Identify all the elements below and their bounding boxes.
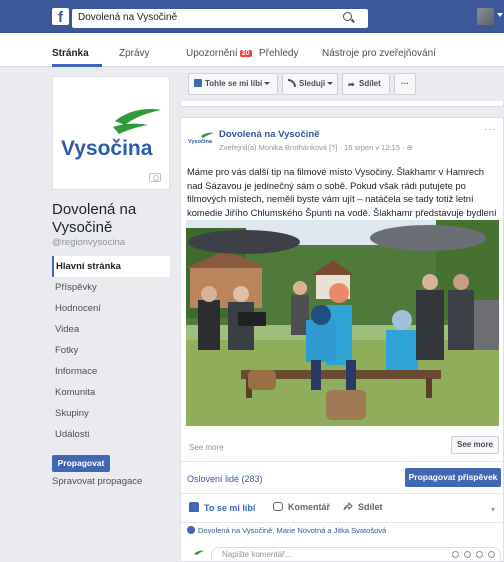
top-navigation-bar: f Dovolená na Vysočině [0,0,504,33]
post-photo[interactable] [186,220,499,426]
sidebar-item-posts[interactable]: Příspěvky [52,277,170,298]
page-title: Dovolená na Vysočině [52,201,137,236]
see-more-link[interactable]: See more [189,443,224,452]
tab-notifications[interactable]: Upozornění 20 [186,48,252,59]
sidebar-item-groups[interactable]: Skupiny [52,403,170,424]
search-input[interactable]: Dovolená na Vysočině [72,9,368,28]
avatar[interactable] [477,8,494,25]
comment-label: Komentář [288,502,331,512]
search-icon[interactable] [343,12,352,21]
post-meta: Zveřejnil(a) Monika Brothánková [?] · 16… [219,143,413,152]
sidebar-item-home[interactable]: Hlavní stránka [52,256,170,277]
post-author-link[interactable]: Dovolená na Vysočině [219,129,320,140]
notification-badge: 20 [239,50,252,57]
sidebar-item-photos[interactable]: Fotky [52,340,170,361]
thumbs-up-icon [194,79,202,87]
sidebar-item-videos[interactable]: Videa [52,319,170,340]
more-options-button[interactable]: ··· [394,73,416,95]
emoji-icon[interactable] [452,551,459,558]
chevron-down-icon [264,82,271,85]
share-label: Sdílet [359,79,381,88]
promote-button[interactable]: Propagovat [52,455,110,472]
chevron-down-icon [327,82,334,85]
post-options-icon[interactable]: ··· [484,124,497,135]
gif-icon[interactable] [476,551,483,558]
rss-icon [288,79,296,87]
page-sidebar-nav: Hlavní stránka Příspěvky Hodnocení Videa… [52,256,170,445]
comment-composer: Napište komentář... [191,547,501,561]
page-profile-picture[interactable]: Vysočina [52,76,170,190]
globe-icon: ⊕ [406,143,413,152]
divider [181,461,504,462]
post-author-avatar[interactable]: Vysočina [187,130,215,146]
logo-wordmark: Vysočina [61,137,153,160]
tab-insights[interactable]: Přehledy [259,48,298,59]
post-meta-text: Zveřejnil(a) Monika Brothánková [?] · 16… [219,143,407,152]
sidebar-item-community[interactable]: Komunita [52,382,170,403]
share-post-button[interactable]: Sdílet [343,502,383,512]
manage-promotions-link[interactable]: Spravovat propagace [52,476,142,487]
comment-placeholder: Napište komentář... [222,550,292,559]
likers-summary[interactable]: Dovolená na Vysočině, Marie Novotná a Ji… [187,526,386,535]
liked-button[interactable]: Tohle se mi líbí [188,73,278,95]
tab-notifications-label: Upozornění [186,48,238,59]
divider [181,493,504,494]
commenter-avatar [194,550,204,555]
share-button[interactable]: ➦ Sdílet [342,73,390,95]
post-card: Vysočina Dovolená na Vysočině Zveřejnil(… [180,117,504,562]
comment-button[interactable]: Komentář [273,502,330,512]
tab-messages[interactable]: Zprávy [119,48,150,59]
composer-card-edge [180,101,504,107]
thumbs-up-icon [189,502,199,512]
like-button[interactable]: To se mi líbí [189,502,255,513]
search-query: Dovolená na Vysočině [78,12,178,23]
see-more-button[interactable]: See more [451,436,499,454]
follow-label: Sleduji [299,79,326,88]
active-tab-indicator [52,64,102,67]
sticker-icon[interactable] [488,551,495,558]
comment-input[interactable]: Napište komentář... [211,547,501,561]
page-tab-bar: Stránka Zprávy Upozornění 20 Přehledy Nás… [0,33,504,67]
reaction-bar: To se mi líbí Komentář Sdílet ▾ [181,496,504,522]
boost-post-button[interactable]: Propagovat příspěvek [405,468,501,487]
people-reached-link[interactable]: Oslovení lidé (283) [187,474,263,484]
comment-icon [273,502,283,511]
reaction-chooser-icon[interactable]: ▾ [491,505,495,514]
sidebar-item-events[interactable]: Události [52,424,170,445]
camera-icon[interactable] [149,173,161,182]
camera-icon[interactable] [464,551,471,558]
tab-publishing-tools[interactable]: Nástroje pro zveřejňování [322,48,436,59]
sidebar-item-about[interactable]: Informace [52,361,170,382]
liked-label: Tohle se mi líbí [205,79,263,88]
tab-page[interactable]: Stránka [52,48,89,59]
like-reaction-icon [187,526,195,534]
follow-button[interactable]: Sleduji [282,73,338,95]
avatar-wordmark: Vysočina [188,139,213,145]
facebook-logo-icon[interactable]: f [52,8,69,25]
page-username[interactable]: @regionvysocina [52,237,125,248]
film-set-photo [186,220,499,426]
likers-text: Dovolená na Vysočině, Marie Novotná a Ji… [198,526,387,535]
divider [181,522,504,523]
sidebar-item-reviews[interactable]: Hodnocení [52,298,170,319]
page-action-bar: Tohle se mi líbí Sleduji ➦ Sdílet ··· [182,73,504,97]
chevron-down-icon[interactable] [497,13,503,17]
like-label: To se mi líbí [204,503,256,513]
share-arrow-icon: ➦ [348,80,355,89]
share-post-label: Sdílet [358,502,383,512]
share-icon [343,502,353,511]
